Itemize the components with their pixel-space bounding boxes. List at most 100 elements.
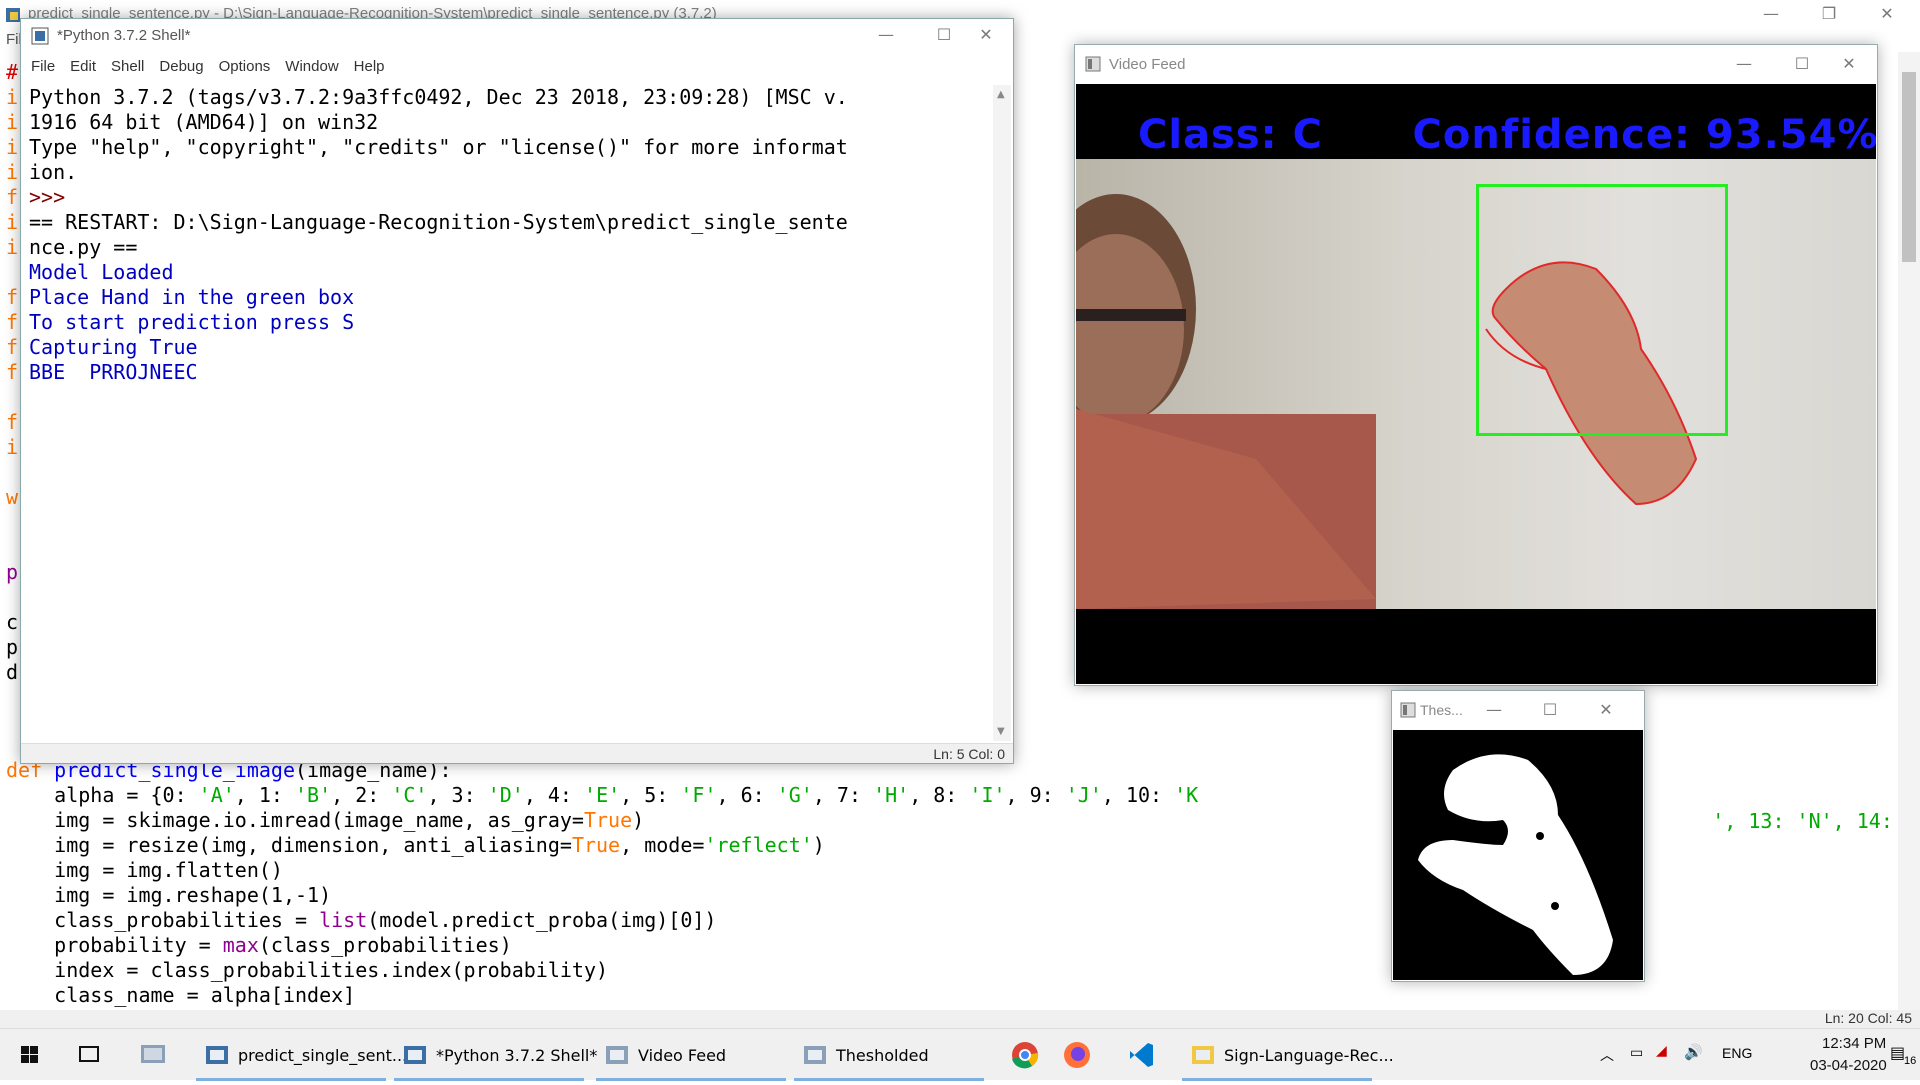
code-line: img = img.reshape(1,-1) — [6, 883, 332, 907]
code-fragment: c — [6, 610, 19, 634]
menu-item-file[interactable]: File — [31, 55, 55, 79]
code-line: img = skimage.io.imread(image_name, as_g… — [6, 808, 645, 832]
shell-output-line: Capturing True — [29, 335, 198, 359]
app-icon[interactable] — [128, 1029, 178, 1081]
shell-line: Type "help", "copyright", "credits" or "… — [29, 135, 848, 159]
window-icon — [604, 1042, 630, 1068]
shell-line: 1916 64 bit (AMD64)] on win32 — [29, 110, 379, 134]
close-button[interactable]: ✕ — [1858, 0, 1916, 28]
taskbar-app-label: predict_single_sent... — [238, 1046, 408, 1065]
menu-item-window[interactable]: Window — [285, 55, 338, 79]
code-fragment: f — [6, 310, 19, 334]
taskbar-app-label: Video Feed — [638, 1046, 727, 1065]
minimize-button[interactable]: — — [1474, 696, 1514, 724]
shell-title: *Python 3.7.2 Shell* — [57, 27, 191, 44]
vscode-button[interactable] — [1116, 1029, 1166, 1081]
menu-item-edit[interactable]: Edit — [70, 55, 96, 79]
code-fragment: # — [6, 60, 19, 84]
start-button[interactable] — [0, 1029, 58, 1081]
python-icon — [204, 1042, 230, 1068]
shell-output-area[interactable]: Python 3.7.2 (tags/v3.7.2:9a3ffc0492, De… — [29, 85, 981, 740]
shell-output-line: To start prediction press S — [29, 310, 355, 334]
shell-titlebar[interactable]: *Python 3.7.2 Shell* — ☐ ✕ — [21, 19, 1013, 51]
video-feed-window[interactable]: Video Feed — ☐ ✕ Class: C Confidence: 93… — [1074, 44, 1878, 686]
window-icon — [1085, 56, 1101, 72]
taskbar-app[interactable]: Thesholded — [794, 1029, 984, 1081]
thresh-titlebar[interactable]: Thes... — ☐ ✕ — [1392, 691, 1644, 729]
editor-scroll-thumb[interactable] — [1902, 72, 1916, 262]
close-button[interactable]: ✕ — [961, 21, 1011, 49]
prediction-overlay: Class: C Confidence: 93.54% — [1138, 112, 1876, 158]
minimize-button[interactable]: — — [1715, 50, 1773, 78]
code-fragment: d — [6, 660, 19, 684]
pinned-app-button[interactable] — [128, 1029, 178, 1081]
firefox-button[interactable] — [1052, 1029, 1102, 1081]
language-indicator[interactable]: ENG — [1722, 1045, 1752, 1061]
shell-line: == RESTART: D:\Sign-Language-Recognition… — [29, 210, 848, 234]
taskbar-app-label: *Python 3.7.2 Shell* — [436, 1046, 598, 1065]
window-icon — [802, 1042, 828, 1068]
folder-icon — [1190, 1042, 1216, 1068]
close-button[interactable]: ✕ — [1823, 50, 1875, 78]
taskbar-app[interactable]: predict_single_sent... — [196, 1029, 407, 1081]
chrome-button[interactable] — [1000, 1029, 1050, 1081]
shell-cursor-position: Ln: 5 Col: 0 — [933, 746, 1005, 762]
shell-vertical-scrollbar[interactable]: ▲ ▼ — [993, 85, 1011, 741]
taskbar-app[interactable]: Video Feed — [596, 1029, 786, 1081]
firefox-icon[interactable] — [1052, 1029, 1102, 1081]
code-fragment: i — [6, 85, 19, 109]
windows-icon[interactable] — [0, 1029, 58, 1081]
task-view-button[interactable] — [64, 1029, 114, 1081]
shell-output-line: Place Hand in the green box — [29, 285, 355, 309]
taskbar-app[interactable]: Sign-Language-Rec... — [1182, 1029, 1394, 1081]
code-line: img = img.flatten() — [6, 858, 283, 882]
taskbar-app[interactable]: *Python 3.7.2 Shell* — [394, 1029, 597, 1081]
chrome-icon[interactable] — [1000, 1029, 1050, 1081]
window-icon — [1400, 702, 1416, 718]
vscode-icon[interactable] — [1116, 1029, 1166, 1081]
editor-cursor-position: Ln: 20 Col: 45 — [1824, 1010, 1912, 1026]
code-fragment: f — [6, 410, 19, 434]
scroll-down-icon[interactable]: ▼ — [997, 726, 1005, 737]
taskbar: predict_single_sent... *Python 3.7.2 Shel… — [0, 1028, 1920, 1081]
code-fragment: i — [6, 210, 19, 234]
taskbar-app-label: Sign-Language-Rec... — [1224, 1046, 1394, 1065]
menu-item-help[interactable]: Help — [354, 55, 385, 79]
clock-date[interactable]: 03-04-2020 — [1810, 1057, 1887, 1074]
thresholded-window[interactable]: Thes... — ☐ ✕ — [1391, 690, 1645, 982]
threshold-canvas — [1393, 730, 1643, 980]
chevron-up-icon[interactable]: ︿ — [1600, 1045, 1614, 1065]
code-line: class_probabilities = list(model.predict… — [6, 908, 717, 932]
restore-button[interactable]: ❐ — [1800, 0, 1858, 28]
minimize-button[interactable]: — — [1742, 0, 1800, 28]
shell-output-line: Model Loaded — [29, 260, 174, 284]
code-line: index = class_probabilities.index(probab… — [6, 958, 609, 982]
maximize-button[interactable]: ☐ — [1530, 696, 1570, 724]
code-line: img = resize(img, dimension, anti_aliasi… — [6, 833, 825, 857]
video-titlebar[interactable]: Video Feed — ☐ ✕ — [1075, 45, 1877, 83]
menu-item-debug[interactable]: Debug — [159, 55, 203, 79]
scroll-up-icon[interactable]: ▲ — [997, 89, 1005, 100]
code-fragment: f — [6, 285, 19, 309]
volume-icon[interactable]: 🔊 — [1684, 1043, 1703, 1061]
close-button[interactable]: ✕ — [1586, 696, 1626, 724]
menu-item-shell[interactable]: Shell — [111, 55, 144, 79]
system-tray: ︿ ▭ ◢ 🔊 ENG 12:34 PM 03-04-2020 ▤ 16 — [1590, 1029, 1920, 1081]
notification-icon[interactable]: ▤ — [1890, 1043, 1905, 1062]
code-fragment: i — [6, 435, 19, 459]
menu-item-options[interactable]: Options — [219, 55, 271, 79]
hand-detection-box — [1476, 184, 1728, 436]
clock-time[interactable]: 12:34 PM — [1822, 1035, 1886, 1052]
shell-line: nce.py == — [29, 235, 138, 259]
code-fragment: w — [6, 485, 19, 509]
minimize-button[interactable]: — — [857, 21, 915, 49]
network-icon[interactable]: ◢ — [1656, 1043, 1667, 1059]
task-view-icon[interactable] — [64, 1029, 114, 1081]
code-fragment: i — [6, 135, 19, 159]
battery-icon[interactable]: ▭ — [1630, 1045, 1643, 1061]
hand-silhouette — [1418, 754, 1613, 975]
python-shell-window[interactable]: *Python 3.7.2 Shell* — ☐ ✕ File Edit Shell… — [20, 18, 1014, 764]
editor-statusbar: Ln: 20 Col: 45 — [0, 1010, 1920, 1028]
code-line: alpha = {0: 'A', 1: 'B', 2: 'C', 3: 'D',… — [6, 783, 1199, 807]
notification-count: 16 — [1904, 1055, 1917, 1067]
